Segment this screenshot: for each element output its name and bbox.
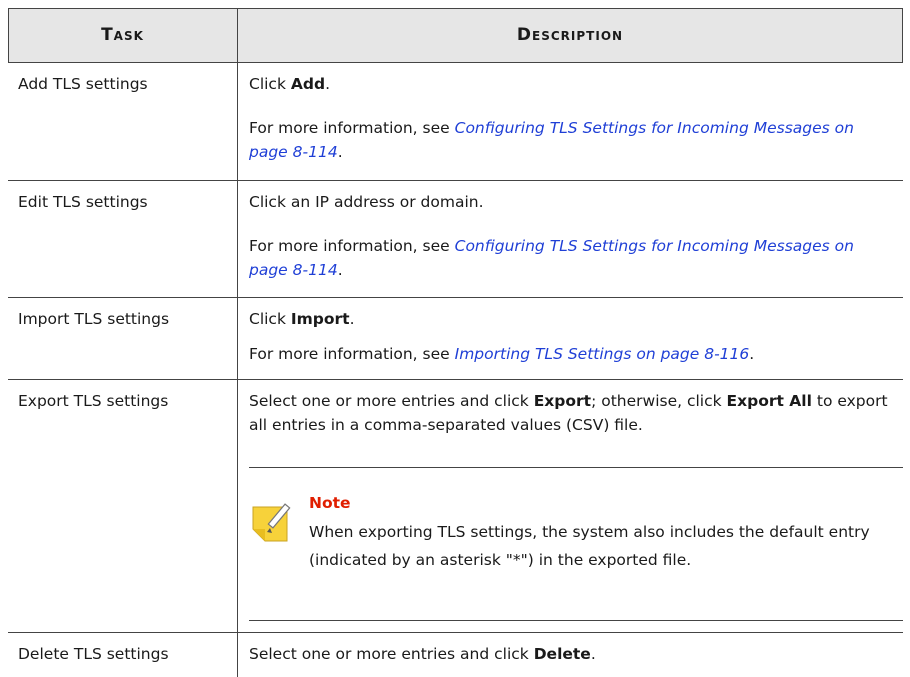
more-info: For more information, see Importing TLS …	[249, 342, 889, 366]
more-info-text: For more information, see	[249, 237, 455, 255]
note-title: Note	[309, 494, 351, 512]
ui-term: Export	[533, 392, 592, 410]
more-info-text: For more information, see	[249, 345, 455, 363]
header-description: Description	[237, 8, 903, 62]
note-pencil-icon	[251, 503, 295, 547]
table-row-description: Click Add.	[249, 72, 889, 96]
table-row-description: Select one or more entries and click Exp…	[249, 389, 889, 437]
row-divider	[8, 62, 903, 63]
more-info: For more information, see Configuring TL…	[249, 116, 889, 164]
cross-reference-link[interactable]: Importing TLS Settings on page 8-116	[455, 345, 750, 363]
more-info: For more information, see Configuring TL…	[249, 234, 889, 282]
description-text: .	[349, 310, 355, 328]
table-row-description: Click an IP address or domain.	[249, 193, 484, 211]
more-info-text: .	[749, 345, 755, 363]
more-info-text: .	[337, 143, 343, 161]
table-row-task: Export TLS settings	[18, 392, 169, 410]
table-row-task: Edit TLS settings	[18, 193, 148, 211]
description-text: .	[325, 75, 330, 93]
header-description-label: Description	[516, 25, 624, 45]
description-text: .	[590, 645, 596, 663]
more-info-text: .	[337, 261, 343, 279]
note-text: When exporting TLS settings, the system …	[309, 523, 870, 569]
row-divider	[8, 297, 903, 298]
more-info-text: For more information, see	[249, 119, 455, 137]
ui-term: Export All	[726, 392, 812, 410]
table-row-description: Select one or more entries and click Del…	[249, 642, 596, 666]
table-row-task: Add TLS settings	[18, 75, 148, 93]
table-left-border	[8, 8, 9, 62]
ui-term: Add	[290, 75, 326, 93]
header-task: Task	[8, 8, 237, 62]
description-text: Select one or more entries and click	[249, 645, 534, 663]
row-divider	[8, 632, 903, 633]
row-divider	[8, 180, 903, 181]
header-task-label: Task	[101, 25, 144, 45]
description-text: Select one or more entries and click	[249, 392, 534, 410]
row-divider	[8, 379, 903, 380]
description-text: Click	[249, 75, 291, 93]
note-top-rule	[249, 467, 903, 468]
table-row-task: Import TLS settings	[18, 310, 170, 328]
table-top-border	[8, 8, 903, 9]
description-text: Click	[249, 310, 291, 328]
description-text: ; otherwise, click	[591, 392, 727, 410]
note-bottom-rule	[249, 620, 903, 621]
ui-term: Delete	[533, 645, 591, 663]
table-right-border	[902, 8, 903, 62]
table-row-task: Delete TLS settings	[18, 645, 169, 663]
table-row-description: Click Import.	[249, 307, 889, 331]
ui-term: Import	[290, 310, 350, 328]
column-divider	[237, 8, 238, 677]
